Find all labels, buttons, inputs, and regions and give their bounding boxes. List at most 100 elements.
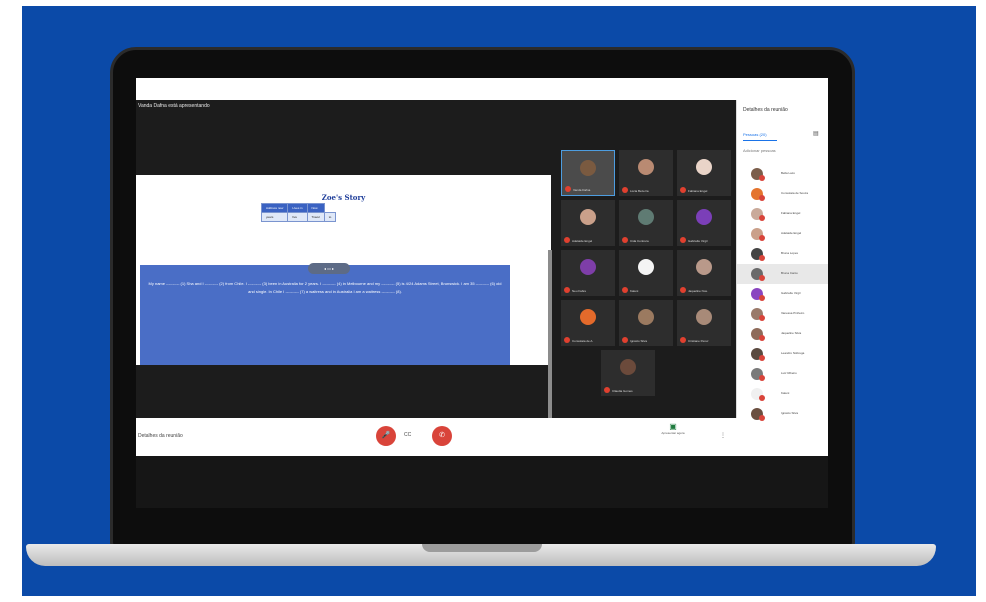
meeting-details-button[interactable]: Detalhes da reunião [138,433,183,439]
laptop-notch [422,544,542,552]
more-options-icon[interactable]: ⋮ [720,432,726,439]
participant-tile[interactable]: Cláudia Gomes [601,350,655,396]
participant-name: Lúcia Bezerra [630,189,649,193]
participant-name: Bruna Canto [781,271,798,275]
microphone-off-button[interactable]: 🎤 [376,426,396,446]
slide-scrollbar[interactable] [548,250,552,440]
participant-name: Leandro Nóbrega [781,351,805,355]
participant-tile[interactable]: Vanda Dafna [561,150,615,196]
participant-name: Jaqueline Nos. [688,289,708,293]
present-icon: ▣ [669,422,677,431]
chat-icon[interactable]: ▤ [813,130,819,137]
participant-name: Fabiana Engel [688,189,708,193]
participant-tile[interactable]: Lúcia Bezerra [619,150,673,196]
mic-muted-icon [759,315,765,321]
mic-muted-icon [564,237,570,243]
mic-muted-icon [622,187,628,193]
list-item[interactable]: Fabiana Engel [737,204,828,224]
participant-tile[interactable]: Fabiana Engel [677,150,731,196]
slide-navigation-controls[interactable]: ◂ ▭ ▸ [308,263,350,274]
participant-tile[interactable]: Neu Fabre [561,250,615,296]
leave-call-button[interactable]: ✆ [432,426,452,446]
list-item[interactable]: Bruna Canto [737,264,828,284]
participant-name: Gabrielle Virgil [781,291,801,295]
mic-muted-icon [759,195,765,201]
list-item[interactable]: Jaqueline Silva [737,324,828,344]
call-controls-bar: Detalhes da reunião 🎤 CC ✆ ▣ Apresentar … [136,418,736,456]
avatar [638,259,654,275]
list-item[interactable]: Consolata de Souza [737,184,828,204]
participant-tile[interactable]: Gabrielle Virgil [677,200,731,246]
frame-left [0,0,22,602]
avatar [638,309,654,325]
list-item[interactable]: Gabrielle Virgil [737,284,828,304]
avatar [580,259,596,275]
mic-muted-icon [680,287,686,293]
slide-table-cell: to [323,212,337,222]
participant-tile[interactable]: Ignácio Silva [619,300,673,346]
meeting-details-panel: Detalhes da reunião Pessoas (20) ▤ Adici… [736,100,828,421]
list-item[interactable]: Kaleni [737,384,828,404]
list-item[interactable]: Luiz Ribeiro [737,364,828,384]
participant-name: Consolata de Souza [781,191,809,195]
panel-title: Detalhes da reunião [743,107,788,113]
slide-table-cell: years [260,212,289,222]
participant-name: Luiz Ribeiro [781,371,797,375]
mic-muted-icon [564,287,570,293]
avatar [638,159,654,175]
tab-people[interactable]: Pessoas (20) [743,132,767,137]
avatar [696,159,712,175]
mic-muted-icon [759,355,765,361]
list-item[interactable]: Bruna Lopes [737,244,828,264]
participant-tile[interactable]: Jaqueline Nos. [677,250,731,296]
mic-muted-icon [759,335,765,341]
participant-name: Cláudia Gomes [612,389,633,393]
mic-muted-icon [680,187,686,193]
screen-bottom-strip [136,456,828,508]
presenter-label: Vanda Dafna está apresentando [138,103,210,109]
list-item[interactable]: Leandro Nóbrega [737,344,828,364]
captions-button[interactable]: CC [404,432,411,438]
participant-name: Vanda Dafna [573,188,591,192]
participant-tile[interactable]: Consolata de A. [561,300,615,346]
list-item[interactable]: Vanessa Pinheiro [737,304,828,324]
tab-underline [743,140,777,141]
mic-muted-icon [680,237,686,243]
participant-name: Kaleni [781,391,790,395]
participant-tile[interactable]: Adelaide Engel [561,200,615,246]
mic-muted-icon [759,295,765,301]
participant-name: Kaleni [630,289,639,293]
list-item[interactable]: Bella Lazo [737,164,828,184]
story-text-box: My name ---------- (1) Sha and I -------… [140,265,510,365]
slide-table-header-cell: Address now [260,203,289,213]
mic-muted-icon [680,337,686,343]
slide-table-cell: Travel [306,212,325,222]
present-label: Apresentar agora [661,431,685,435]
participant-name: Consolata de A. [572,339,594,343]
list-item[interactable]: Ignácio Silva [737,404,828,424]
participant-tile[interactable]: Kaleni [619,250,673,296]
frame-bottom [0,596,986,602]
participant-name: Gabrielle Virgil [688,239,708,243]
slide-table-header-cell: Now [306,203,325,213]
avatar [696,309,712,325]
mic-muted-icon [759,215,765,221]
avatar [580,160,596,176]
add-people-button[interactable]: Adicionar pessoas [743,148,776,153]
participant-name: Adelaide Engel [572,239,593,243]
participant-name: Cristiane Perez [688,339,709,343]
list-item[interactable]: Adelaide Engel [737,224,828,244]
shared-slide: Zoe's Story Address now Lives in Now yea… [136,175,552,440]
participant-tile[interactable]: Cristiane Perez [677,300,731,346]
participant-name: Bruna Lopes [781,251,799,255]
participant-tile[interactable]: Cida Contrera [619,200,673,246]
mic-muted-icon [564,337,570,343]
mic-muted-icon [759,375,765,381]
slide-table-header-cell: Lives in [287,203,308,213]
mic-muted-icon [622,337,628,343]
participant-name: Neu Fabre [572,289,587,293]
slide-table: Address now Lives in Now years five Trav… [260,203,337,222]
participant-name: Cida Contrera [630,239,649,243]
present-now-button[interactable]: ▣ Apresentar agora [648,422,698,435]
participant-tiles: Vanda Dafna Lúcia Bezerra Fabiana Engel Ade… [561,150,741,440]
